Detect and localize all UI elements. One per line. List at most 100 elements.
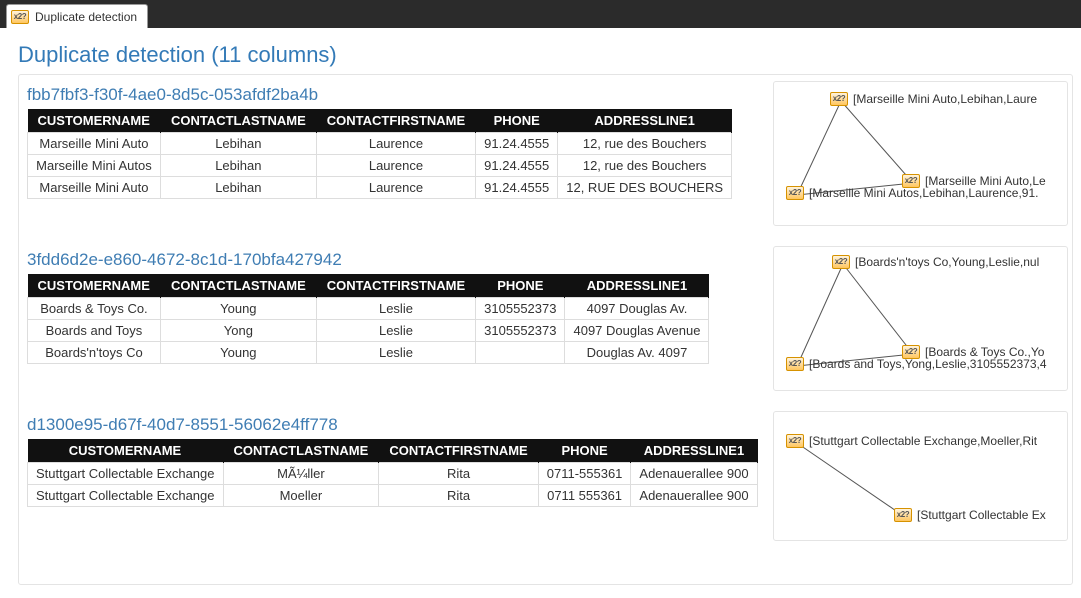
page-title: Duplicate detection (11 columns) (0, 28, 1081, 74)
table-cell: 91.24.4555 (476, 177, 558, 199)
duplicate-icon: x2? (11, 10, 29, 24)
table-cell (476, 342, 565, 364)
table-row[interactable]: Marseille Mini AutoLebihanLaurence91.24.… (28, 177, 732, 199)
table-cell: Laurence (316, 133, 475, 155)
graph-node-label: [Marseille Mini Autos,Lebihan,Laurence,9… (809, 186, 1038, 200)
graph-node[interactable]: x2? [Stuttgart Collectable Ex (894, 508, 1046, 522)
graph-node[interactable]: x2? [Boards'n'toys Co,Young,Leslie,nul (832, 255, 1039, 269)
table-cell: Rita (379, 463, 538, 485)
graph-node-label: [Stuttgart Collectable Exchange,Moeller,… (809, 434, 1037, 448)
group-id-title[interactable]: d1300e95-d67f-40d7-8551-56062e4ff778 (27, 415, 758, 435)
table-cell: Young (160, 342, 316, 364)
graph-node[interactable]: x2? [Marseille Mini Auto,Le (902, 174, 1046, 188)
table-cell: 0711 555361 (538, 485, 631, 507)
table-cell: Lebihan (160, 177, 316, 199)
table-header: CONTACTFIRSTNAME (316, 109, 475, 133)
graph-node[interactable]: x2? [Marseille Mini Auto,Lebihan,Laure (830, 92, 1037, 106)
duplicate-icon: x2? (786, 357, 804, 371)
table-row[interactable]: Marseille Mini AutosLebihanLaurence91.24… (28, 155, 732, 177)
table-row[interactable]: Boards & Toys Co.YoungLeslie310555237340… (28, 298, 709, 320)
table-header: CONTACTLASTNAME (160, 109, 316, 133)
group-id-title[interactable]: fbb7fbf3-f30f-4ae0-8d5c-053afdf2ba4b (27, 85, 732, 105)
table-cell: Leslie (316, 320, 475, 342)
table-cell: Marseille Mini Autos (28, 155, 161, 177)
duplicate-table: CUSTOMERNAMECONTACTLASTNAMECONTACTFIRSTN… (27, 274, 709, 364)
table-cell: 12, rue des Bouchers (558, 155, 732, 177)
table-cell: Boards'n'toys Co (28, 342, 161, 364)
graph-node-label: [Marseille Mini Auto,Lebihan,Laure (853, 92, 1037, 106)
table-cell: Leslie (316, 342, 475, 364)
table-cell: 91.24.4555 (476, 155, 558, 177)
table-header: ADDRESSLINE1 (631, 439, 757, 463)
tab-label: Duplicate detection (35, 10, 137, 24)
table-cell: MÃ¼ller (223, 463, 379, 485)
table-cell: Young (160, 298, 316, 320)
table-cell: Yong (160, 320, 316, 342)
group-id-title[interactable]: 3fdd6d2e-e860-4672-8c1d-170bfa427942 (27, 250, 709, 270)
duplicate-group: d1300e95-d67f-40d7-8551-56062e4ff778 CUST… (27, 411, 1072, 541)
duplicate-icon: x2? (786, 186, 804, 200)
graph-pane[interactable]: x2?[Marseille Mini Auto,Lebihan,Laurex2?… (773, 81, 1068, 226)
duplicate-icon: x2? (830, 92, 848, 106)
table-row[interactable]: Stuttgart Collectable ExchangeMoellerRit… (28, 485, 758, 507)
table-row[interactable]: Boards and ToysYongLeslie31055523734097 … (28, 320, 709, 342)
top-bar: x2? Duplicate detection (0, 0, 1081, 28)
table-header: ADDRESSLINE1 (565, 274, 709, 298)
duplicate-group: fbb7fbf3-f30f-4ae0-8d5c-053afdf2ba4b CUST… (27, 81, 1072, 226)
duplicate-icon: x2? (902, 174, 920, 188)
table-header: ADDRESSLINE1 (558, 109, 732, 133)
table-header: PHONE (538, 439, 631, 463)
table-cell: Adenauerallee 900 (631, 485, 757, 507)
table-row[interactable]: Marseille Mini AutoLebihanLaurence91.24.… (28, 133, 732, 155)
group-left: 3fdd6d2e-e860-4672-8c1d-170bfa427942 CUST… (27, 246, 717, 364)
tab-duplicate-detection[interactable]: x2? Duplicate detection (6, 4, 148, 28)
table-cell: Laurence (316, 177, 475, 199)
group-left: d1300e95-d67f-40d7-8551-56062e4ff778 CUST… (27, 411, 766, 507)
table-row[interactable]: Stuttgart Collectable ExchangeMÃ¼llerRit… (28, 463, 758, 485)
graph-node-label: [Boards & Toys Co.,Yo (925, 345, 1044, 359)
table-header: CUSTOMERNAME (28, 439, 224, 463)
table-header: CONTACTLASTNAME (223, 439, 379, 463)
groups-container: fbb7fbf3-f30f-4ae0-8d5c-053afdf2ba4b CUST… (18, 74, 1073, 585)
table-cell: Stuttgart Collectable Exchange (28, 463, 224, 485)
table-cell: Rita (379, 485, 538, 507)
table-cell: 0711-555361 (538, 463, 631, 485)
graph-node[interactable]: x2? [Marseille Mini Autos,Lebihan,Laurenc… (786, 186, 1038, 200)
graph-node-label: [Boards and Toys,Yong,Leslie,3105552373,… (809, 357, 1047, 371)
graph-node-label: [Marseille Mini Auto,Le (925, 174, 1046, 188)
table-row[interactable]: Boards'n'toys CoYoungLeslie Douglas Av. 4… (28, 342, 709, 364)
table-cell: Stuttgart Collectable Exchange (28, 485, 224, 507)
table-cell: Moeller (223, 485, 379, 507)
table-cell: Boards and Toys (28, 320, 161, 342)
table-header: PHONE (476, 109, 558, 133)
table-header: CONTACTLASTNAME (160, 274, 316, 298)
duplicate-icon: x2? (894, 508, 912, 522)
table-cell: Leslie (316, 298, 475, 320)
table-cell: 91.24.4555 (476, 133, 558, 155)
table-cell: 4097 Douglas Av. (565, 298, 709, 320)
table-cell: Adenauerallee 900 (631, 463, 757, 485)
table-cell: Lebihan (160, 155, 316, 177)
duplicate-group: 3fdd6d2e-e860-4672-8c1d-170bfa427942 CUST… (27, 246, 1072, 391)
table-cell: Marseille Mini Auto (28, 177, 161, 199)
table-cell: Douglas Av. 4097 (565, 342, 709, 364)
table-cell: 3105552373 (476, 320, 565, 342)
table-header: CONTACTFIRSTNAME (379, 439, 538, 463)
graph-pane[interactable]: x2?[Boards'n'toys Co,Young,Leslie,nulx2?… (773, 246, 1068, 391)
graph-node[interactable]: x2? [Boards and Toys,Yong,Leslie,31055523… (786, 357, 1047, 371)
duplicate-table: CUSTOMERNAMECONTACTLASTNAMECONTACTFIRSTN… (27, 109, 732, 199)
table-header: CUSTOMERNAME (28, 109, 161, 133)
table-header: PHONE (476, 274, 565, 298)
graph-node-label: [Boards'n'toys Co,Young,Leslie,nul (855, 255, 1039, 269)
table-cell: Lebihan (160, 133, 316, 155)
graph-node[interactable]: x2?[Boards & Toys Co.,Yo (902, 345, 1044, 359)
table-cell: 3105552373 (476, 298, 565, 320)
table-cell: Laurence (316, 155, 475, 177)
table-cell: 4097 Douglas Avenue (565, 320, 709, 342)
graph-node-label: [Stuttgart Collectable Ex (917, 508, 1046, 522)
table-header: CONTACTFIRSTNAME (316, 274, 475, 298)
graph-pane[interactable]: x2? [Stuttgart Collectable Exchange,Moell… (773, 411, 1068, 541)
table-cell: Boards & Toys Co. (28, 298, 161, 320)
duplicate-icon: x2? (832, 255, 850, 269)
graph-node[interactable]: x2?[Stuttgart Collectable Exchange,Moell… (786, 434, 1037, 448)
